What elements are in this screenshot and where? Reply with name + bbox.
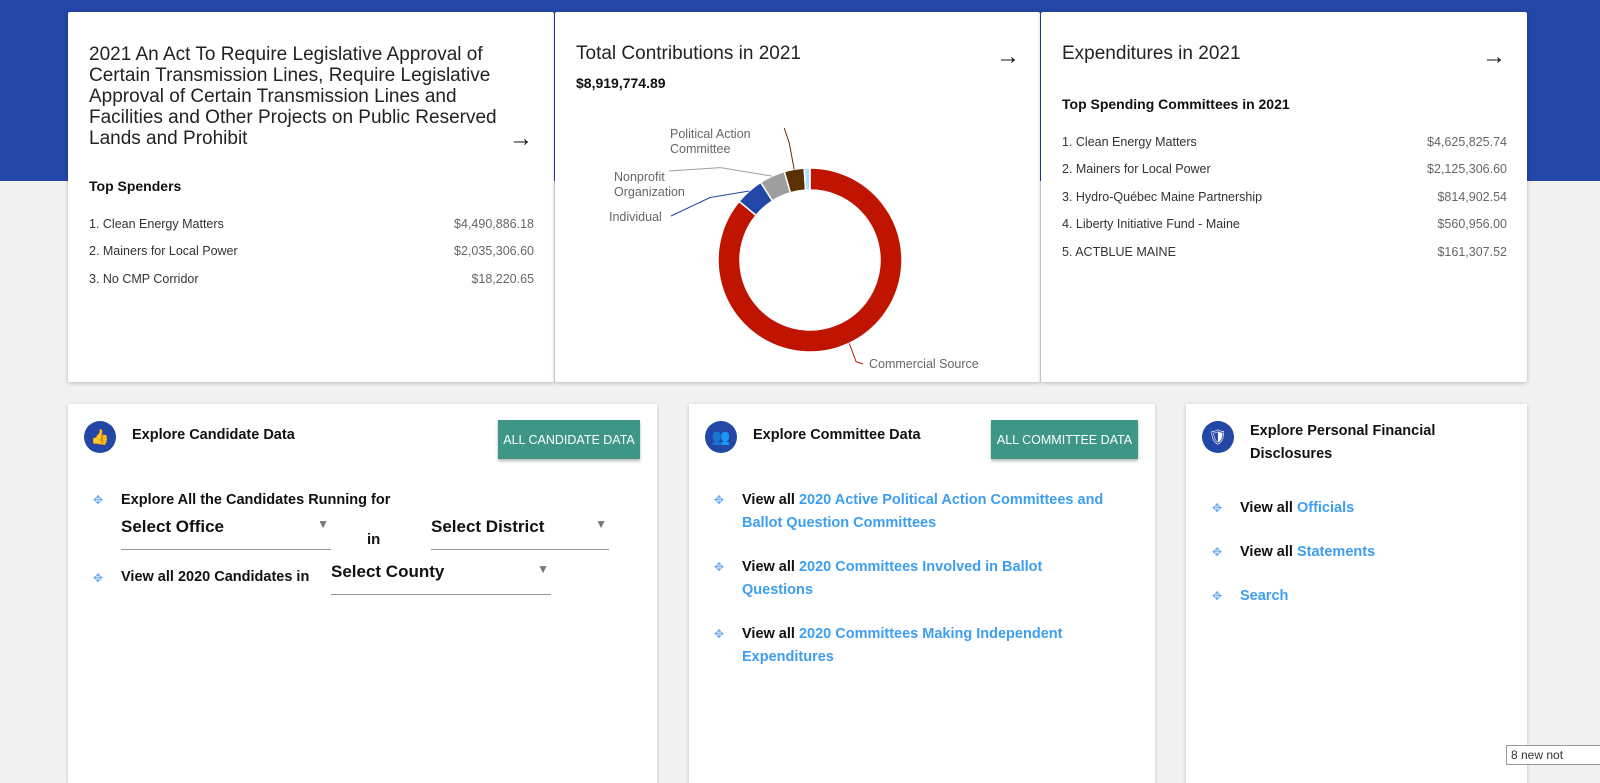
spender-name: 5. ACTBLUE MAINE bbox=[1062, 244, 1176, 259]
bullet-icon: ✥ bbox=[714, 493, 725, 507]
spender-name: 4. Liberty Initiative Fund - Maine bbox=[1062, 217, 1240, 232]
spender-name: 1. Clean Energy Matters bbox=[1062, 134, 1197, 149]
view-all-label: View all bbox=[1240, 544, 1293, 560]
spender-amount: $4,490,886.18 bbox=[454, 216, 534, 231]
select-district-value: Select District bbox=[431, 517, 545, 536]
expenditures-title: Expenditures in 2021 bbox=[1062, 43, 1241, 64]
spender-row: 3. No CMP Corridor $18,220.65 bbox=[89, 265, 534, 293]
bullet-icon: ✥ bbox=[93, 493, 104, 507]
select-office-dropdown[interactable]: Select Office ▼ bbox=[121, 517, 331, 550]
spender-amount: $2,035,306.60 bbox=[454, 244, 534, 259]
donut-leader-line bbox=[668, 167, 773, 177]
disclosures-card: 🛡 Explore Personal Financial Disclosures… bbox=[1186, 404, 1527, 783]
spender-amount: $18,220.65 bbox=[471, 271, 534, 286]
all-committee-data-button[interactable]: ALL COMMITTEE DATA bbox=[991, 420, 1138, 459]
caret-down-icon: ▼ bbox=[537, 562, 549, 576]
select-county-dropdown[interactable]: Select County ▼ bbox=[331, 562, 551, 595]
spender-amount: $161,307.52 bbox=[1437, 244, 1507, 259]
contributions-donut-chart: Commercial Source Individual Nonprofit Orga… bbox=[609, 127, 979, 371]
donut-label: Political Action Committee bbox=[670, 127, 751, 156]
candidate-card: 👍 Explore Candidate Data ALL CANDIDATE D… bbox=[68, 404, 657, 783]
select-office-value: Select Office bbox=[121, 517, 224, 536]
spender-name: 2. Mainers for Local Power bbox=[1062, 162, 1211, 177]
search-link[interactable]: Search bbox=[1240, 588, 1288, 604]
spender-name: 3. Hydro-Québec Maine Partnership bbox=[1062, 189, 1263, 204]
donut-leader-line bbox=[848, 343, 864, 365]
bullet-icon: ✥ bbox=[93, 571, 104, 585]
spender-name: 2. Mainers for Local Power bbox=[89, 244, 238, 259]
bullet-icon: ✥ bbox=[714, 627, 725, 641]
spender-row: 5. ACTBLUE MAINE $161,307.52 bbox=[1062, 238, 1507, 266]
notification-toast[interactable]: 8 new not bbox=[1506, 745, 1600, 765]
active-pacs-link[interactable]: 2020 Active Political Action Committees … bbox=[742, 492, 1103, 531]
donut-label: Commercial Source bbox=[869, 357, 979, 371]
spender-row: 1. Clean Energy Matters $4,490,886.18 bbox=[89, 210, 534, 238]
view-all-label: View all bbox=[1240, 500, 1293, 516]
in-label: in bbox=[367, 531, 381, 548]
top-spenders-heading: Top Spenders bbox=[89, 178, 182, 194]
view-all-label: View all bbox=[742, 492, 795, 508]
select-county-value: Select County bbox=[331, 562, 445, 581]
candidate-title: Explore Candidate Data bbox=[132, 427, 295, 443]
spender-amount: $814,902.54 bbox=[1437, 189, 1507, 204]
disclosures-title: Explore Personal Financial Disclosures bbox=[1250, 423, 1436, 462]
bullet-icon: ✥ bbox=[1212, 589, 1223, 603]
spender-amount: $560,956.00 bbox=[1437, 217, 1507, 232]
caret-down-icon: ▼ bbox=[595, 517, 607, 531]
bullet-icon: ✥ bbox=[714, 560, 725, 574]
ballot-title: 2021 An Act To Require Legislative Appro… bbox=[89, 44, 497, 149]
statements-link[interactable]: Statements bbox=[1297, 544, 1375, 560]
spender-row: 2. Mainers for Local Power $2,035,306.60 bbox=[89, 238, 534, 266]
committee-title: Explore Committee Data bbox=[753, 427, 921, 443]
spender-row: 2. Mainers for Local Power $2,125,306.60 bbox=[1062, 156, 1507, 184]
candidates-running-label: Explore All the Candidates Running for bbox=[121, 492, 391, 508]
donut-slice[interactable] bbox=[803, 167, 811, 191]
ballot-card: 2021 An Act To Require Legislative Appro… bbox=[68, 12, 554, 382]
spender-name: 3. No CMP Corridor bbox=[89, 271, 199, 286]
caret-down-icon: ▼ bbox=[317, 517, 329, 531]
spender-row: 3. Hydro-Québec Maine Partnership $814,90… bbox=[1062, 183, 1507, 211]
select-district-dropdown[interactable]: Select District ▼ bbox=[431, 517, 609, 550]
top-committees-heading: Top Spending Committees in 2021 bbox=[1062, 96, 1290, 112]
officials-link[interactable]: Officials bbox=[1297, 500, 1354, 516]
contributions-card: Total Contributions in 2021 → $8,919,774… bbox=[555, 12, 1040, 382]
arrow-right-icon[interactable]: → bbox=[509, 125, 533, 153]
all-candidate-data-button[interactable]: ALL CANDIDATE DATA bbox=[498, 420, 640, 459]
shield-check-icon: 🛡 bbox=[1202, 421, 1234, 453]
bullet-icon: ✥ bbox=[1212, 501, 1223, 515]
arrow-right-icon[interactable]: → bbox=[1482, 43, 1506, 71]
group-icon: 👥 bbox=[705, 421, 737, 453]
bullet-icon: ✥ bbox=[1212, 545, 1223, 559]
donut-leader-line bbox=[783, 127, 795, 170]
donut-label: Individual bbox=[609, 210, 662, 224]
spender-name: 1. Clean Energy Matters bbox=[89, 216, 224, 231]
spender-row: 4. Liberty Initiative Fund - Maine $560,9… bbox=[1062, 211, 1507, 239]
spender-amount: $2,125,306.60 bbox=[1427, 162, 1507, 177]
thumbs-up-icon: 👍 bbox=[84, 421, 116, 453]
spender-amount: $4,625,825.74 bbox=[1427, 134, 1507, 149]
view-all-label: View all bbox=[742, 626, 795, 642]
view-all-label: View all bbox=[742, 559, 795, 575]
expenditures-card: Expenditures in 2021 → Top Spending Comm… bbox=[1041, 12, 1527, 382]
spender-row: 1. Clean Energy Matters $4,625,825.74 bbox=[1062, 128, 1507, 156]
donut-label: Nonprofit Organization bbox=[614, 170, 685, 199]
committee-card: 👥 Explore Committee Data ALL COMMITTEE D… bbox=[689, 404, 1155, 783]
candidates-in-label: View all 2020 Candidates in bbox=[121, 569, 310, 585]
